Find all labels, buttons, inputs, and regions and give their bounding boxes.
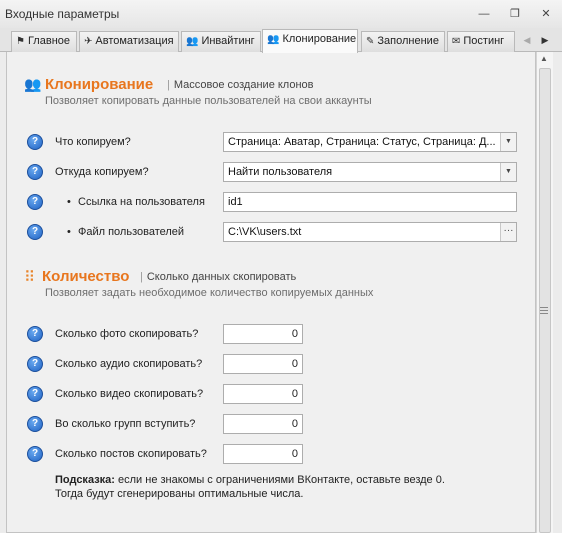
user-file-value: C:\VK\users.txt — [228, 226, 302, 238]
groups-count-input[interactable]: 0 — [223, 414, 303, 434]
title-bar: Входные параметры — ❐ ✕ — [0, 0, 562, 28]
plane-icon: ✈ — [84, 36, 93, 47]
section-subtitle-cloning: | Массовое создание клонов — [163, 79, 314, 91]
scroll-up-icon[interactable]: ▲ — [540, 54, 548, 63]
close-button[interactable]: ✕ — [536, 6, 556, 22]
help-icon[interactable]: ? — [27, 386, 43, 402]
tab-bar: ⚑ Главное ✈ Автоматизация 👥 Инвайтинг 👥 Клон… — [0, 28, 562, 53]
users-icon: 👥 — [24, 76, 42, 92]
video-count-input[interactable]: 0 — [223, 384, 303, 404]
chevron-down-icon[interactable]: ▼ — [500, 133, 516, 151]
browse-button[interactable]: ··· — [500, 223, 516, 241]
settings-panel: 👥 Клонирование | Массовое создание клонов… — [6, 52, 536, 533]
source-value: Найти пользователя — [228, 166, 333, 178]
tab-label: Автоматизация — [95, 35, 174, 47]
subtitle-text: Сколько данных скопировать — [146, 271, 297, 283]
help-icon[interactable]: ? — [27, 134, 43, 150]
source-dropdown[interactable]: Найти пользователя ▼ — [223, 162, 517, 182]
help-icon[interactable]: ? — [27, 356, 43, 372]
section-subtitle-quantity: | Сколько данных скопировать — [136, 271, 296, 283]
user-link-input[interactable]: id1 — [223, 192, 517, 212]
audio-count-label: Сколько аудио скопировать? — [55, 358, 203, 370]
tab-main[interactable]: ⚑ Главное — [11, 31, 77, 52]
users-icon: 👥 — [186, 36, 199, 47]
what-copy-dropdown[interactable]: Страница: Аватар, Страница: Статус, Стра… — [223, 132, 517, 152]
tab-automation[interactable]: ✈ Автоматизация — [79, 31, 179, 52]
chevron-down-icon[interactable]: ▼ — [500, 163, 516, 181]
section-title-quantity: Количество — [42, 268, 130, 285]
tab-label: Постинг — [463, 35, 505, 47]
tab-label: Главное — [27, 35, 70, 47]
section-description-quantity: Позволяет задать необходимое количество … — [45, 287, 374, 299]
user-file-label: Файл пользователей — [78, 226, 185, 238]
what-copy-label: Что копируем? — [55, 136, 131, 148]
tab-scroll-left-icon[interactable]: ◀ — [520, 32, 534, 48]
help-icon[interactable]: ? — [27, 326, 43, 342]
separator: | — [167, 79, 170, 91]
help-icon[interactable]: ? — [27, 446, 43, 462]
grip-icon: ⠿ — [24, 269, 35, 286]
help-icon[interactable]: ? — [27, 416, 43, 432]
tab-filling[interactable]: ✎ Заполнение — [361, 31, 445, 52]
hint-line-1-text: если не знакомы с ограничениями ВКонтакт… — [114, 474, 445, 486]
tab-scroll-right-icon[interactable]: ▶ — [538, 32, 552, 48]
users-icon: 👥 — [267, 34, 280, 45]
posts-count-label: Сколько постов скопировать? — [55, 448, 207, 460]
tab-label: Клонирование — [282, 33, 357, 45]
window-title: Входные параметры — [5, 7, 120, 21]
tab-inviting[interactable]: 👥 Инвайтинг — [181, 31, 261, 52]
vertical-scrollbar[interactable]: ▲ — [536, 52, 553, 533]
hint-prefix: Подсказка: — [55, 474, 115, 486]
grip-lines-icon — [540, 307, 548, 314]
hint-text: Подсказка: если не знакомы с ограничения… — [55, 473, 445, 501]
scrollbar-thumb[interactable] — [539, 68, 551, 533]
photo-count-input[interactable]: 0 — [223, 324, 303, 344]
tab-label: Инвайтинг — [201, 35, 255, 47]
groups-count-label: Во сколько групп вступить? — [55, 418, 196, 430]
video-count-label: Сколько видео скопировать? — [55, 388, 204, 400]
help-icon[interactable]: ? — [27, 164, 43, 180]
what-copy-value: Страница: Аватар, Страница: Статус, Стра… — [228, 136, 496, 148]
photo-count-label: Сколько фото скопировать? — [55, 328, 199, 340]
posts-count-input[interactable]: 0 — [223, 444, 303, 464]
audio-count-input[interactable]: 0 — [223, 354, 303, 374]
section-description-cloning: Позволяет копировать данные пользователе… — [45, 95, 372, 107]
flag-icon: ⚑ — [16, 36, 25, 47]
tab-cloning[interactable]: 👥 Клонирование — [262, 29, 358, 53]
pencil-icon: ✎ — [366, 36, 375, 47]
help-icon[interactable]: ? — [27, 194, 43, 210]
envelope-icon: ✉ — [452, 36, 461, 47]
bullet: • — [67, 196, 71, 208]
hint-line-2: Тогда будут сгенерированы оптимальные чи… — [55, 488, 304, 500]
tab-label: Заполнение — [377, 35, 439, 47]
restore-button[interactable]: ❐ — [505, 6, 525, 22]
minimize-button[interactable]: — — [474, 6, 494, 22]
subtitle-text: Массовое создание клонов — [173, 79, 314, 91]
user-file-input[interactable]: C:\VK\users.txt ··· — [223, 222, 517, 242]
bullet: • — [67, 226, 71, 238]
tab-posting[interactable]: ✉ Постинг — [447, 31, 515, 52]
source-label: Откуда копируем? — [55, 166, 149, 178]
hint-line-1: Подсказка: если не знакомы с ограничения… — [55, 473, 445, 487]
user-link-label: Ссылка на пользователя — [78, 196, 205, 208]
help-icon[interactable]: ? — [27, 224, 43, 240]
separator: | — [140, 271, 143, 283]
section-title-cloning: Клонирование — [45, 76, 154, 93]
